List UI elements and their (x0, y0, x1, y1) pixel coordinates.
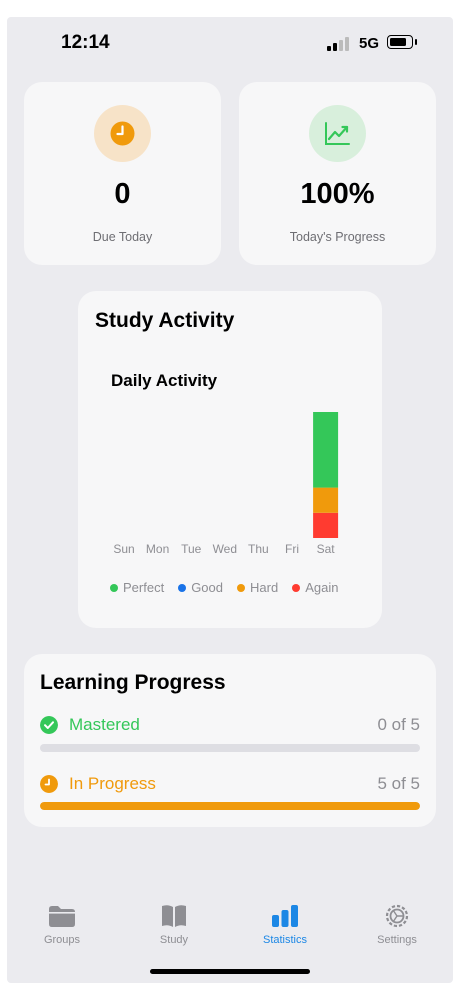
learning-progress-title: Learning Progress (40, 671, 226, 694)
tab-study[interactable]: Study (124, 903, 224, 946)
x-tick-wed: Wed (212, 542, 238, 556)
todays-progress-card[interactable]: 100% Today's Progress (239, 82, 436, 265)
in-progress-progress-fill (40, 802, 420, 810)
tab-study-label: Study (159, 934, 189, 946)
network-type: 5G (359, 35, 380, 52)
tab-statistics-label: Statistics (262, 934, 307, 946)
study-activity-card: Study Activity Daily Activity Sun Mon Tue W… (78, 291, 382, 628)
app-screen: 12:14 5G 0 Due Today 100% Today's Progre… (7, 17, 453, 983)
tab-settings[interactable]: Settings (347, 903, 447, 946)
in-progress-count: 5 of 5 (377, 774, 420, 793)
tab-statistics[interactable]: Statistics (235, 903, 335, 946)
tab-bar: Groups Study Statistics Settings (7, 885, 453, 983)
tab-groups[interactable]: Groups (12, 903, 112, 946)
legend-dot (110, 583, 118, 592)
x-tick-tue: Tue (181, 542, 202, 556)
legend-label: Perfect (123, 580, 165, 595)
mastered-label: Mastered (69, 715, 140, 734)
legend-dot (292, 583, 301, 592)
x-tick-mon: Mon (145, 542, 170, 556)
x-tick-sat: Sat (316, 542, 335, 556)
book-icon (159, 903, 189, 929)
tab-groups-label: Groups (43, 934, 81, 946)
status-time: 12:14 (61, 32, 110, 53)
x-tick-thu: Thu (248, 542, 269, 556)
legend-dot (237, 583, 245, 592)
due-today-label: Due Today (92, 230, 153, 244)
mastered-progress-bar (40, 744, 420, 752)
todays-progress-value: 100% (300, 178, 375, 210)
bar-sat-hard (313, 487, 339, 513)
folder-icon (47, 903, 77, 929)
bar-sat-perfect (313, 412, 339, 488)
gear-icon (382, 903, 412, 929)
legend-label: Again (305, 580, 339, 595)
battery-icon (387, 35, 417, 49)
legend-item-again: Again (292, 580, 338, 595)
x-tick-sun: Sun (113, 542, 135, 556)
bar-chart-icon (270, 903, 300, 929)
mastered-row: Mastered 0 of 5 (40, 714, 420, 736)
in-progress-label: In Progress (69, 774, 156, 793)
clock-icon (110, 121, 135, 146)
x-tick-fri: Fri (285, 542, 299, 556)
cellular-signal-icon (327, 37, 353, 51)
chart-title: Daily Activity (111, 371, 218, 390)
mastered-count: 0 of 5 (377, 715, 420, 734)
legend-item-perfect: Perfect (110, 580, 164, 595)
in-progress-progress-bar (40, 802, 420, 810)
daily-activity-chart (313, 412, 339, 538)
legend-dot (178, 583, 187, 592)
legend-label: Hard (250, 580, 279, 595)
tab-settings-label: Settings (377, 934, 417, 946)
due-today-value: 0 (114, 178, 131, 210)
legend-label: Good (191, 580, 223, 595)
learning-progress-card: Learning Progress Mastered 0 of 5 In Pro… (24, 654, 436, 827)
study-activity-title: Study Activity (95, 309, 235, 332)
progress-icon-circle (309, 105, 366, 162)
legend-item-good: Good (178, 580, 223, 595)
home-indicator (150, 969, 310, 974)
status-bar: 12:14 5G (7, 17, 453, 69)
in-progress-row: In Progress 5 of 5 (40, 773, 420, 795)
checkmark-circle-icon (40, 716, 58, 734)
legend-item-hard: Hard (237, 580, 278, 595)
due-today-card[interactable]: 0 Due Today (24, 82, 221, 265)
chart-legend: Perfect Good Hard Again (110, 580, 352, 595)
trend-up-icon (325, 122, 350, 145)
todays-progress-label: Today's Progress (289, 230, 386, 244)
due-today-icon-circle (94, 105, 151, 162)
clock-icon (40, 775, 58, 793)
bar-sat-again (313, 512, 339, 538)
